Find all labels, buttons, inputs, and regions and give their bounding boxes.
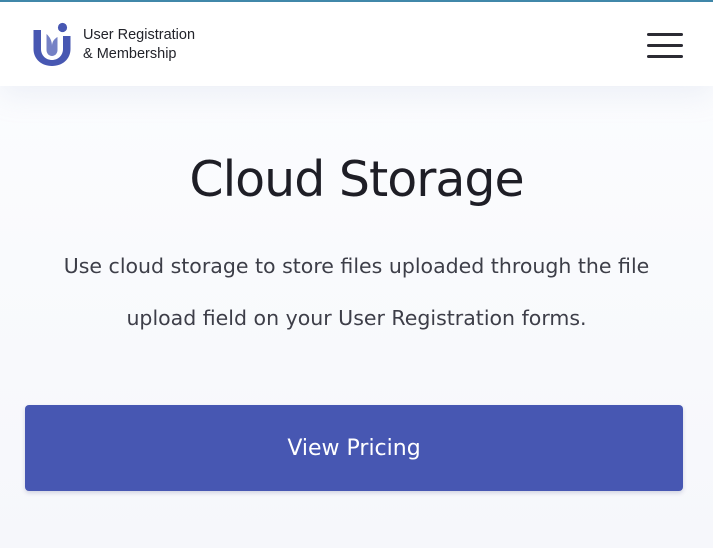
page-title: Cloud Storage <box>189 151 524 208</box>
brand-name: User Registration & Membership <box>83 26 195 64</box>
brand-name-line2: & Membership <box>83 46 177 62</box>
brand-logo-link[interactable]: User Registration & Membership <box>32 22 195 68</box>
hero-section: Cloud Storage Use cloud storage to store… <box>0 86 713 548</box>
page-description: Use cloud storage to store files uploade… <box>63 254 650 330</box>
site-header: User Registration & Membership <box>0 2 713 86</box>
brand-name-line1: User Registration <box>83 27 196 43</box>
hamburger-menu-button[interactable] <box>644 28 686 62</box>
hamburger-menu-icon <box>647 33 683 58</box>
view-pricing-button[interactable]: View Pricing <box>25 405 683 491</box>
user-registration-logo-icon <box>33 22 71 66</box>
